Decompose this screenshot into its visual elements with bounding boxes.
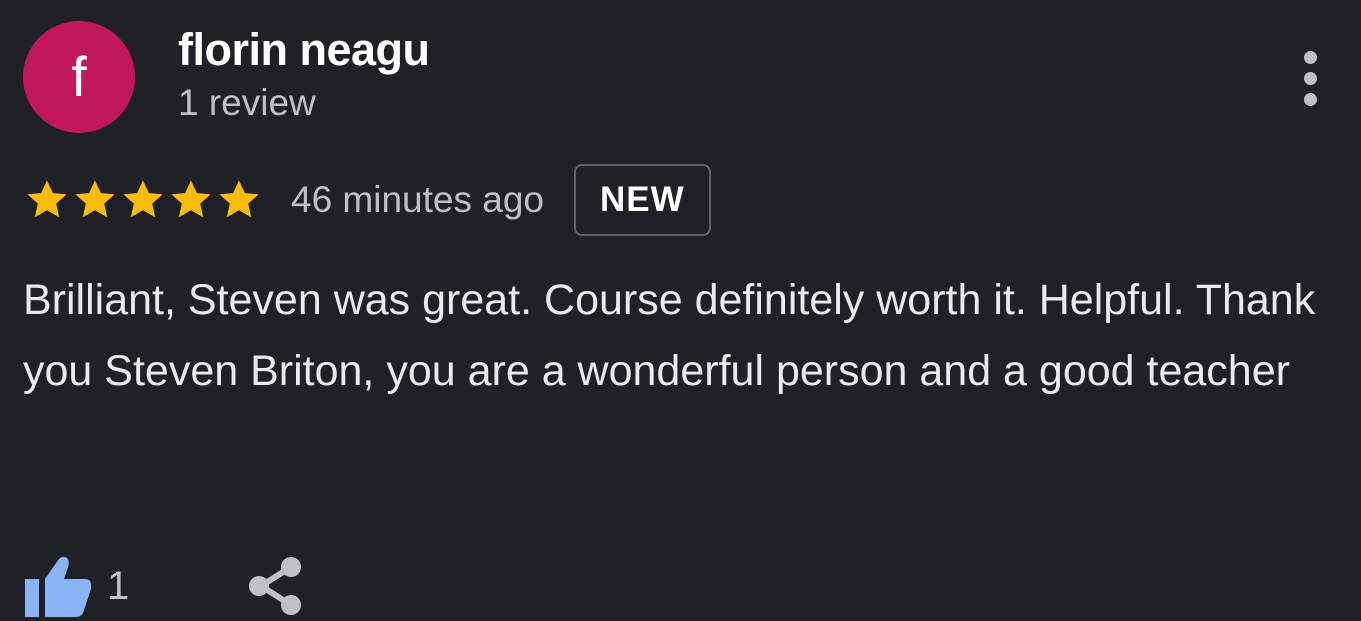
- star-icon: [123, 180, 163, 218]
- star-icon: [171, 180, 211, 218]
- rating-row: 46 minutes ago NEW: [23, 162, 711, 238]
- author-name[interactable]: florin neagu: [178, 24, 430, 76]
- review-card: f florin neagu 1 review 46 minutes ago N…: [0, 0, 1361, 621]
- review-text: Brilliant, Steven was great. Course defi…: [23, 276, 1316, 395]
- star-icon: [219, 180, 259, 218]
- star-rating: [23, 176, 263, 224]
- thumb-up-icon: [25, 556, 91, 617]
- share-icon: [249, 557, 302, 615]
- review-timestamp: 46 minutes ago: [291, 179, 545, 220]
- avatar-letter: f: [71, 45, 87, 108]
- more-vert-icon-dot: [1303, 92, 1317, 106]
- review-count[interactable]: 1 review: [178, 82, 316, 124]
- avatar[interactable]: f: [23, 21, 135, 133]
- like-button[interactable]: 1: [23, 555, 129, 617]
- star-icon: [75, 180, 115, 218]
- like-count: 1: [107, 563, 130, 608]
- review-actions: 1: [23, 548, 303, 621]
- more-options-button[interactable]: [1284, 40, 1336, 116]
- more-vert-icon-dot: [1303, 71, 1317, 85]
- star-icon: [27, 180, 67, 218]
- more-vert-icon: [1303, 50, 1317, 64]
- share-button[interactable]: [247, 555, 303, 617]
- new-badge: NEW: [574, 164, 711, 236]
